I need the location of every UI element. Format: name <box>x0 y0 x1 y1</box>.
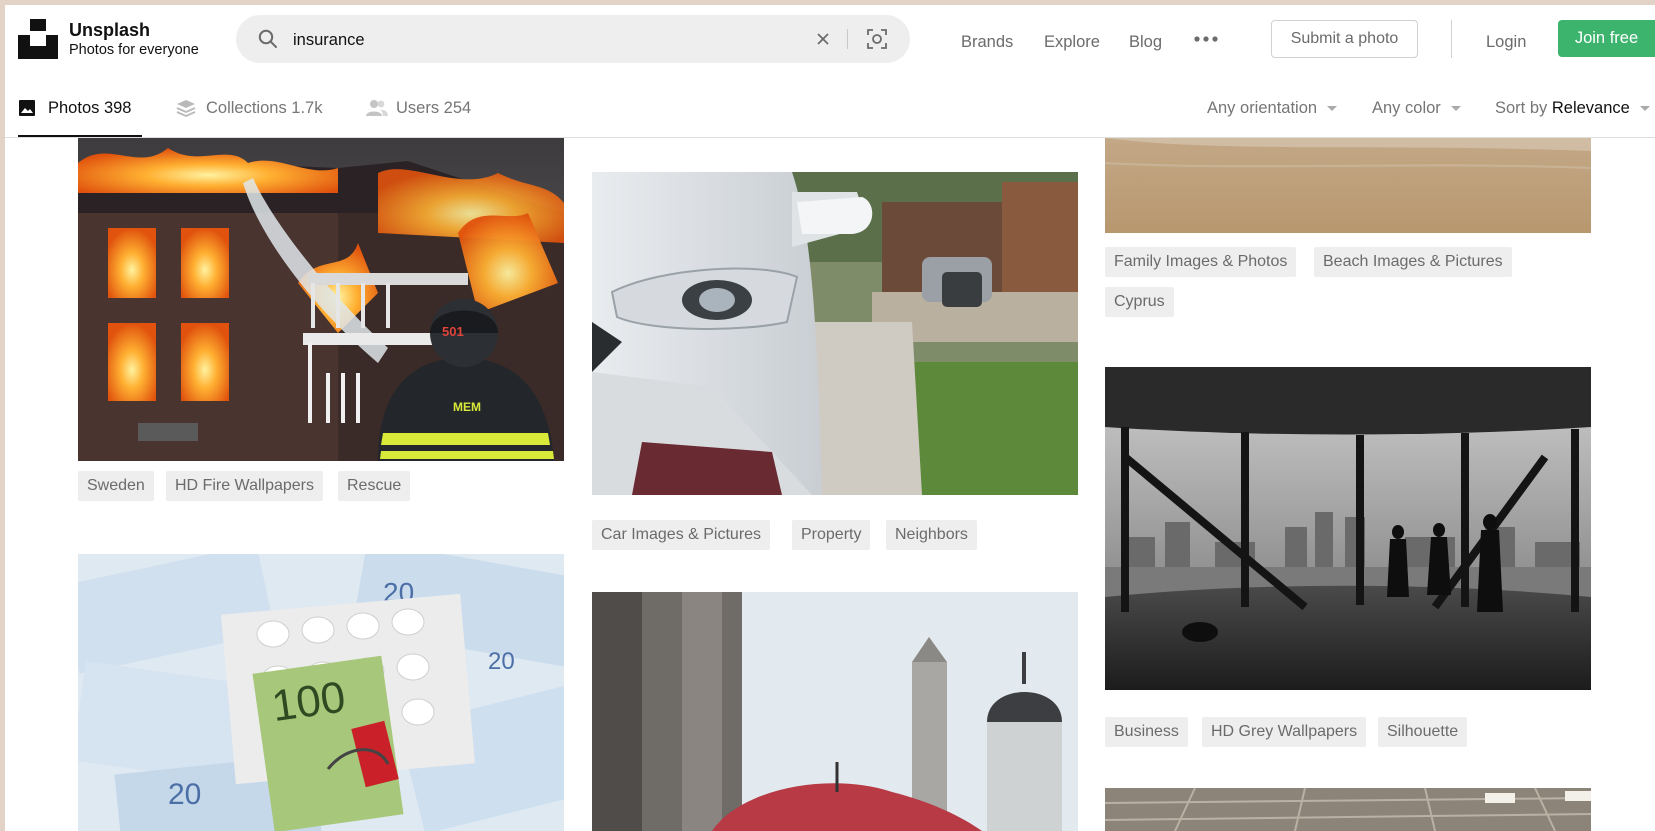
tag-chip[interactable]: Neighbors <box>886 520 977 550</box>
collections-icon <box>176 100 196 117</box>
euro-money-image: 20 20 20 100 <box>78 554 564 831</box>
color-filter-label: Any color <box>1372 99 1441 117</box>
nav-brands-link[interactable]: Brands <box>961 33 1013 52</box>
sort-filter[interactable]: Sort by Relevance <box>1495 99 1650 118</box>
beach-image <box>1105 133 1591 233</box>
nav-explore-link[interactable]: Explore <box>1044 33 1100 52</box>
tab-collections-label: Collections 1.7k <box>206 99 323 117</box>
tab-collections[interactable]: Collections 1.7k <box>176 95 336 137</box>
more-options-icon[interactable] <box>1194 35 1218 43</box>
search-bar[interactable] <box>236 15 910 63</box>
sort-value: Relevance <box>1551 99 1630 117</box>
photo-white-car[interactable] <box>592 172 1078 495</box>
submit-photo-button[interactable]: Submit a photo <box>1271 20 1418 58</box>
note-value-text: 20 <box>168 778 201 811</box>
burning-house-image: 501 MEM <box>78 133 564 461</box>
site-header: Unsplash Photos for everyone Brands Expl… <box>5 5 1655 138</box>
brand-name[interactable]: Unsplash <box>69 20 150 41</box>
search-divider <box>847 29 848 49</box>
tag-chip[interactable]: Cyprus <box>1105 287 1174 317</box>
tab-users[interactable]: Users 254 <box>366 95 486 137</box>
photo-burning-house[interactable]: 501 MEM <box>78 133 564 461</box>
tab-users-label: Users 254 <box>396 99 472 117</box>
nav-separator <box>1451 20 1452 58</box>
login-link[interactable]: Login <box>1486 33 1526 52</box>
image-icon <box>19 100 35 116</box>
chevron-down-icon <box>1639 106 1650 112</box>
office-silhouettes-image <box>1105 367 1591 690</box>
tag-chip[interactable]: Rescue <box>338 471 411 501</box>
color-filter[interactable]: Any color <box>1372 99 1461 118</box>
chevron-down-icon <box>1327 106 1338 112</box>
photo-beach[interactable] <box>1105 133 1591 233</box>
tag-chip[interactable]: Family Images & Photos <box>1105 247 1297 277</box>
banknote-100-text: 100 <box>269 672 349 731</box>
sort-prefix: Sort by <box>1495 99 1548 117</box>
search-input[interactable] <box>291 25 815 55</box>
photo-office-silhouettes[interactable] <box>1105 367 1591 690</box>
orientation-filter-label: Any orientation <box>1207 99 1318 117</box>
note-value-text: 20 <box>488 648 515 675</box>
tag-chip[interactable]: HD Grey Wallpapers <box>1202 717 1367 747</box>
brand-tagline: Photos for everyone <box>69 42 199 58</box>
chevron-down-icon <box>1450 106 1461 112</box>
photo-euro-money[interactable]: 20 20 20 100 <box>78 554 564 831</box>
tag-chip[interactable]: Business <box>1105 717 1188 747</box>
nav-blog-link[interactable]: Blog <box>1129 33 1162 52</box>
photo-office-ceiling[interactable] <box>1105 788 1591 831</box>
photo-red-umbrella[interactable] <box>592 592 1078 831</box>
search-icon[interactable] <box>258 29 278 49</box>
browser-viewport: Unsplash Photos for everyone Brands Expl… <box>5 5 1655 831</box>
tag-chip[interactable]: Beach Images & Pictures <box>1314 247 1512 277</box>
join-free-button[interactable]: Join free <box>1558 20 1655 57</box>
tab-photos-label: Photos 398 <box>48 99 132 117</box>
orientation-filter[interactable]: Any orientation <box>1207 99 1338 118</box>
helmet-number: 501 <box>442 324 464 339</box>
white-car-image <box>592 172 1078 495</box>
tag-chip[interactable]: Car Images & Pictures <box>592 520 771 550</box>
unsplash-logo-icon[interactable] <box>18 19 58 59</box>
red-umbrella-image <box>592 592 1078 831</box>
clear-search-icon[interactable] <box>814 30 832 48</box>
tag-chip[interactable]: HD Fire Wallpapers <box>166 471 323 501</box>
visual-search-icon[interactable] <box>866 28 888 50</box>
tag-chip[interactable]: Property <box>792 520 871 550</box>
tag-chip[interactable]: Silhouette <box>1378 717 1468 747</box>
jacket-text: MEM <box>453 400 481 414</box>
header-divider <box>5 137 1655 138</box>
users-icon <box>366 100 388 116</box>
tab-photos[interactable]: Photos 398 <box>18 95 142 137</box>
tag-chip[interactable]: Sweden <box>78 471 154 501</box>
office-ceiling-image <box>1105 788 1591 831</box>
